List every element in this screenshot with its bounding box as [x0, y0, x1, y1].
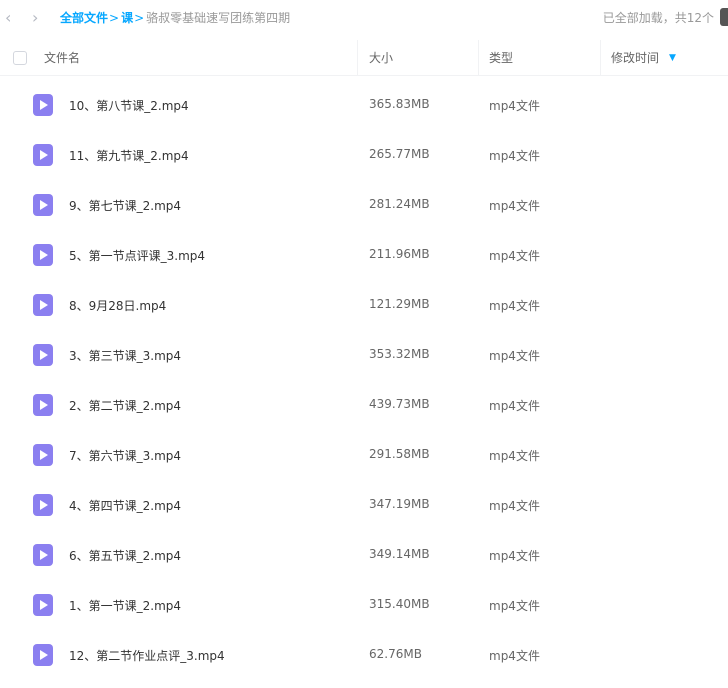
video-file-icon — [33, 394, 53, 416]
column-header-name[interactable]: 文件名 — [44, 40, 80, 76]
video-file-icon — [33, 144, 53, 166]
forward-arrow-icon[interactable]: › — [32, 10, 46, 26]
file-type: mp4文件 — [489, 399, 540, 413]
file-name[interactable]: 8、9月28日.mp4 — [69, 297, 166, 314]
column-header-size[interactable]: 大小 — [369, 40, 393, 76]
file-size: 265.77MB — [369, 147, 430, 161]
file-type: mp4文件 — [489, 299, 540, 313]
video-file-icon — [33, 344, 53, 366]
column-header-modified[interactable]: 修改时间 ▼ — [611, 40, 676, 76]
file-name[interactable]: 12、第二节作业点评_3.mp4 — [69, 647, 225, 664]
file-row[interactable]: 8、9月28日.mp4 121.29MB mp4文件 — [0, 280, 728, 330]
file-type: mp4文件 — [489, 99, 540, 113]
file-name[interactable]: 5、第一节点评课_3.mp4 — [69, 247, 205, 264]
file-name[interactable]: 9、第七节课_2.mp4 — [69, 197, 181, 214]
video-file-icon — [33, 244, 53, 266]
column-divider[interactable] — [478, 40, 479, 76]
file-row[interactable]: 10、第八节课_2.mp4 365.83MB mp4文件 — [0, 80, 728, 130]
column-divider[interactable] — [600, 40, 601, 76]
file-list: 10、第八节课_2.mp4 365.83MB mp4文件 11、第九节课_2.mp4 2… — [0, 80, 728, 680]
file-row[interactable]: 6、第五节课_2.mp4 349.14MB mp4文件 — [0, 530, 728, 580]
file-name[interactable]: 1、第一节课_2.mp4 — [69, 597, 181, 614]
back-arrow-icon[interactable]: ‹ — [5, 10, 19, 26]
breadcrumb-current: 骆叔零基础速写团练第四期 — [146, 11, 291, 25]
file-size: 347.19MB — [369, 497, 430, 511]
column-header-type[interactable]: 类型 — [489, 40, 513, 76]
breadcrumb: 全部文件> 课> 骆叔零基础速写团练第四期 — [60, 10, 290, 26]
file-name[interactable]: 6、第五节课_2.mp4 — [69, 547, 181, 564]
file-row[interactable]: 1、第一节课_2.mp4 315.40MB mp4文件 — [0, 580, 728, 630]
file-name[interactable]: 7、第六节课_3.mp4 — [69, 447, 181, 464]
file-size: 353.32MB — [369, 347, 430, 361]
video-file-icon — [33, 294, 53, 316]
breadcrumb-parent-link[interactable]: 课 — [121, 11, 133, 25]
file-type: mp4文件 — [489, 499, 540, 513]
file-name[interactable]: 4、第四节课_2.mp4 — [69, 497, 181, 514]
file-type: mp4文件 — [489, 349, 540, 363]
file-size: 315.40MB — [369, 597, 430, 611]
file-size: 62.76MB — [369, 647, 422, 661]
file-row[interactable]: 12、第二节作业点评_3.mp4 62.76MB mp4文件 — [0, 630, 728, 680]
file-type: mp4文件 — [489, 599, 540, 613]
file-type: mp4文件 — [489, 549, 540, 563]
breadcrumb-separator: > — [109, 11, 120, 25]
file-size: 291.58MB — [369, 447, 430, 461]
breadcrumb-root-link[interactable]: 全部文件 — [60, 11, 108, 25]
file-row[interactable]: 2、第二节课_2.mp4 439.73MB mp4文件 — [0, 380, 728, 430]
file-row[interactable]: 4、第四节课_2.mp4 347.19MB mp4文件 — [0, 480, 728, 530]
file-name[interactable]: 2、第二节课_2.mp4 — [69, 397, 181, 414]
loaded-status-text: 已全部加载，共12个 — [602, 11, 714, 25]
video-file-icon — [33, 194, 53, 216]
table-header: 文件名 大小 类型 修改时间 ▼ — [0, 40, 728, 76]
file-row[interactable]: 7、第六节课_3.mp4 291.58MB mp4文件 — [0, 430, 728, 480]
file-name[interactable]: 11、第九节课_2.mp4 — [69, 147, 189, 164]
file-size: 121.29MB — [369, 297, 430, 311]
breadcrumb-separator: > — [134, 11, 145, 25]
file-type: mp4文件 — [489, 249, 540, 263]
sort-desc-icon[interactable]: ▼ — [669, 40, 676, 76]
top-bar: ‹ › 全部文件> 课> 骆叔零基础速写团练第四期 已全部加载，共12个 — [0, 0, 728, 36]
select-all-checkbox[interactable] — [13, 51, 27, 65]
file-size: 281.24MB — [369, 197, 430, 211]
file-name[interactable]: 3、第三节课_3.mp4 — [69, 347, 181, 364]
video-file-icon — [33, 544, 53, 566]
file-name[interactable]: 10、第八节课_2.mp4 — [69, 97, 189, 114]
video-file-icon — [33, 444, 53, 466]
video-file-icon — [33, 494, 53, 516]
file-type: mp4文件 — [489, 149, 540, 163]
column-divider[interactable] — [357, 40, 358, 76]
video-file-icon — [33, 94, 53, 116]
file-row[interactable]: 5、第一节点评课_3.mp4 211.96MB mp4文件 — [0, 230, 728, 280]
file-type: mp4文件 — [489, 199, 540, 213]
file-size: 211.96MB — [369, 247, 430, 261]
scrollbar-handle[interactable] — [720, 8, 728, 26]
file-row[interactable]: 9、第七节课_2.mp4 281.24MB mp4文件 — [0, 180, 728, 230]
video-file-icon — [33, 594, 53, 616]
video-file-icon — [33, 644, 53, 666]
file-size: 365.83MB — [369, 97, 430, 111]
file-type: mp4文件 — [489, 649, 540, 663]
column-header-modified-label: 修改时间 — [611, 51, 660, 65]
file-row[interactable]: 11、第九节课_2.mp4 265.77MB mp4文件 — [0, 130, 728, 180]
file-type: mp4文件 — [489, 449, 540, 463]
file-row[interactable]: 3、第三节课_3.mp4 353.32MB mp4文件 — [0, 330, 728, 380]
file-size: 349.14MB — [369, 547, 430, 561]
file-size: 439.73MB — [369, 397, 430, 411]
